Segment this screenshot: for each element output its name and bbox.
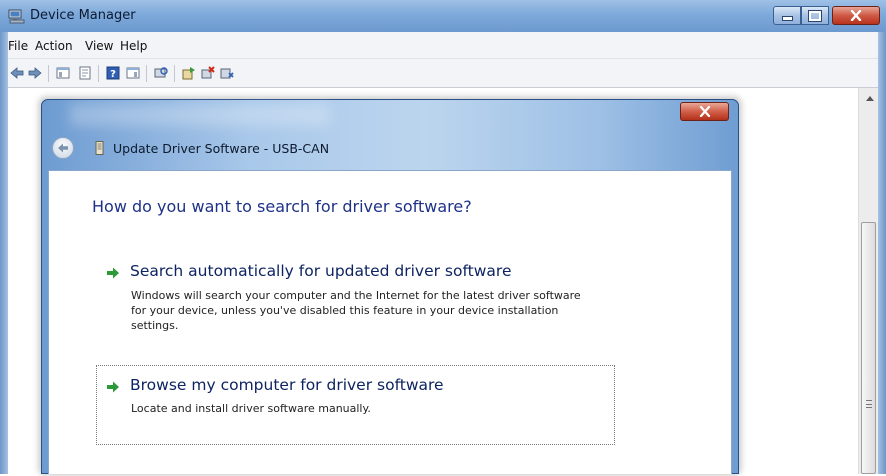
option-description-line: for your device, unless you've disabled … <box>131 304 559 317</box>
toolbar-separator <box>48 65 49 82</box>
scroll-up-arrow-icon[interactable] <box>866 96 874 101</box>
toolbar-separator <box>98 65 99 82</box>
update-driver-icon[interactable] <box>182 66 196 80</box>
device-manager-icon <box>8 9 25 24</box>
maximize-icon <box>808 9 822 22</box>
scrollbar-thumb[interactable] <box>861 222 876 474</box>
forward-icon[interactable] <box>28 66 42 80</box>
close-button[interactable] <box>832 6 880 25</box>
uninstall-icon[interactable] <box>201 66 215 80</box>
minimize-icon <box>781 16 793 21</box>
back-arrow-icon <box>58 143 68 153</box>
close-icon <box>699 106 710 117</box>
dialog-glass-highlight <box>70 104 330 126</box>
dialog-heading: How do you want to search for driver sof… <box>92 197 472 216</box>
green-arrow-icon <box>107 381 119 393</box>
dialog-close-button[interactable] <box>680 102 729 121</box>
green-arrow-icon <box>107 267 119 279</box>
menu-help[interactable]: Help <box>120 39 147 53</box>
dialog-back-button[interactable] <box>52 137 74 159</box>
scan-hardware-icon[interactable] <box>154 66 168 80</box>
option-title[interactable]: Search automatically for updated driver … <box>130 262 511 280</box>
maximize-button[interactable] <box>801 6 829 25</box>
toolbar-separator <box>174 65 175 82</box>
svg-text:?: ? <box>110 69 116 80</box>
disable-icon[interactable] <box>220 66 234 80</box>
menu-action[interactable]: Action <box>35 39 73 53</box>
toolbar-separator <box>146 65 147 82</box>
usb-device-icon <box>95 141 104 155</box>
option-description-line: Windows will search your computer and th… <box>131 289 581 302</box>
window-right-border <box>878 32 886 474</box>
toolbar: ? <box>8 59 878 88</box>
window-title: Device Manager <box>30 8 136 23</box>
option-description-line: Locate and install driver software manua… <box>131 402 371 415</box>
menu-file[interactable]: File <box>8 39 28 53</box>
properties-icon[interactable] <box>78 66 92 80</box>
minimize-button[interactable] <box>773 6 801 25</box>
window-left-border <box>0 32 8 474</box>
dialog-title: Update Driver Software - USB-CAN <box>113 141 330 156</box>
details-view-icon[interactable] <box>126 66 140 80</box>
help-icon[interactable]: ? <box>106 66 120 80</box>
menu-view[interactable]: View <box>85 39 113 53</box>
option-title[interactable]: Browse my computer for driver software <box>130 376 444 394</box>
back-icon[interactable] <box>10 66 24 80</box>
option-description-line: settings. <box>131 319 179 332</box>
scrollbar-grip-icon <box>866 400 872 408</box>
show-hide-tree-icon[interactable] <box>56 66 70 80</box>
close-icon <box>850 10 862 21</box>
menu-bar: File Action View Help <box>8 32 878 59</box>
